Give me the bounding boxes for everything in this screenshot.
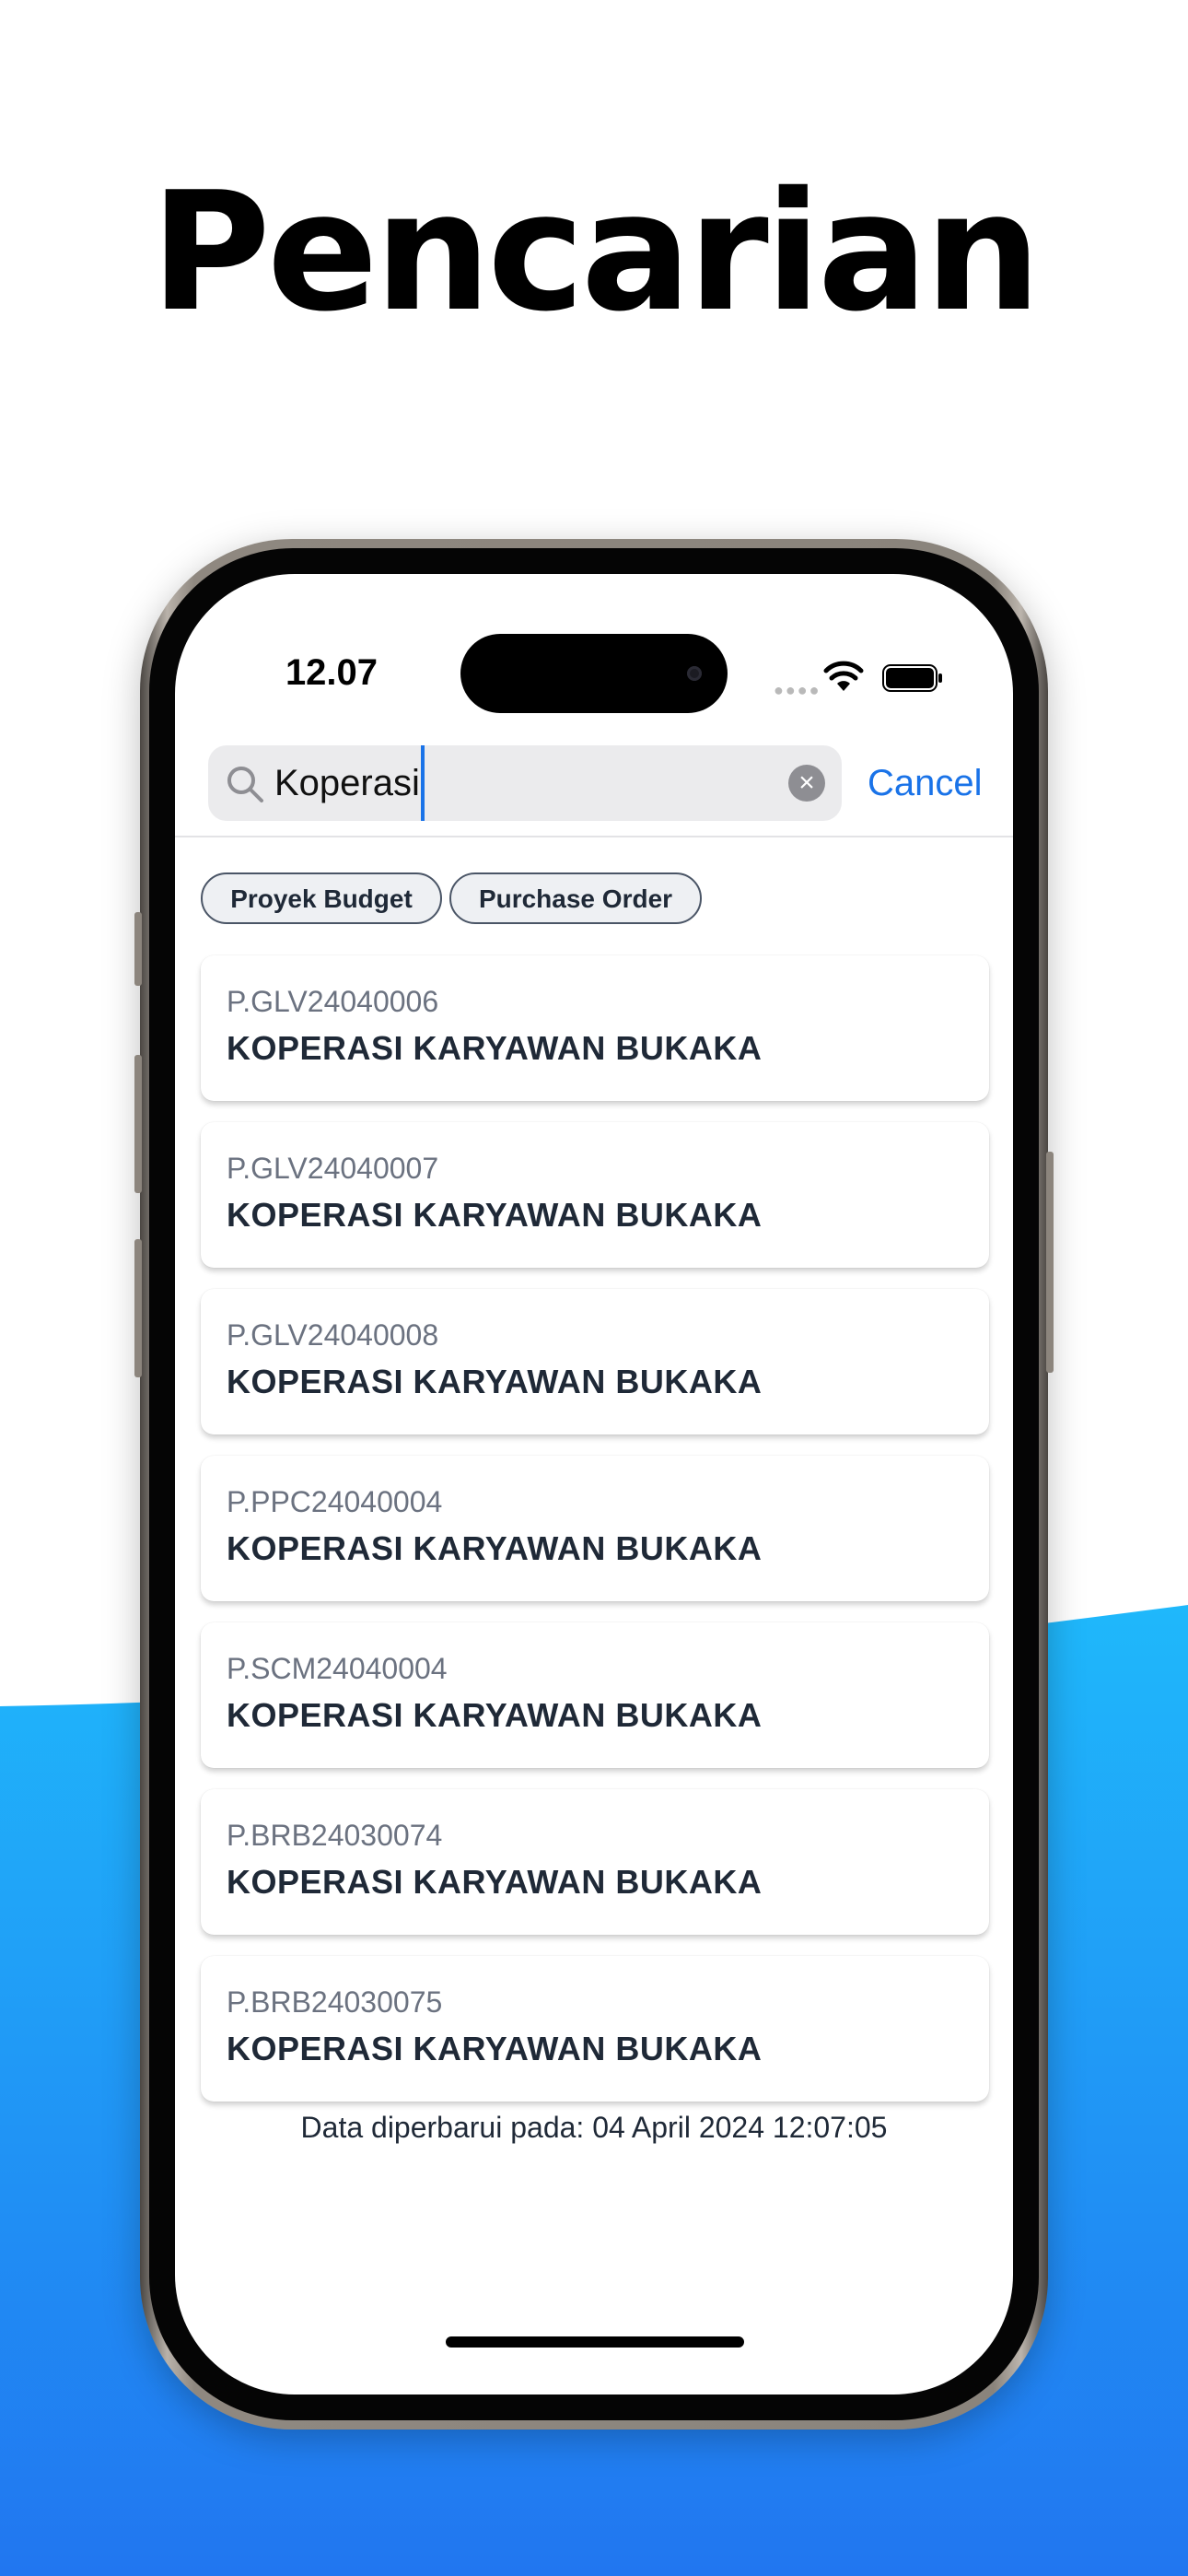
result-name: KOPERASI KARYAWAN BUKAKA xyxy=(227,1196,763,1234)
result-card[interactable]: P.PPC24040004 KOPERASI KARYAWAN BUKAKA xyxy=(201,1456,989,1601)
clear-icon[interactable]: × xyxy=(788,765,825,802)
result-name: KOPERASI KARYAWAN BUKAKA xyxy=(227,1863,763,1901)
phone-frame: 12.07 ●●●● Koperasi × Cancel Proyek Budg… xyxy=(134,539,1054,2430)
signal-dots-icon: ●●●● xyxy=(774,681,821,699)
home-indicator[interactable] xyxy=(446,2336,744,2348)
result-name: KOPERASI KARYAWAN BUKAKA xyxy=(227,1363,763,1400)
mute-switch xyxy=(134,912,142,986)
filter-chip-purchase-order[interactable]: Purchase Order xyxy=(449,872,702,924)
result-code: P.GLV24040007 xyxy=(227,1152,439,1185)
page-headline: Pencarian xyxy=(150,157,1041,347)
result-code: P.SCM24040004 xyxy=(227,1652,448,1685)
result-code: P.GLV24040006 xyxy=(227,985,439,1018)
battery-icon xyxy=(882,664,942,692)
result-card[interactable]: P.GLV24040007 KOPERASI KARYAWAN BUKAKA xyxy=(201,1122,989,1268)
result-name: KOPERASI KARYAWAN BUKAKA xyxy=(227,1529,763,1567)
cancel-button[interactable]: Cancel xyxy=(868,745,983,821)
result-card[interactable]: P.GLV24040006 KOPERASI KARYAWAN BUKAKA xyxy=(201,955,989,1101)
volume-up-button xyxy=(134,1055,142,1193)
search-icon xyxy=(227,767,263,802)
result-code: P.PPC24040004 xyxy=(227,1485,443,1518)
result-card[interactable]: P.SCM24040004 KOPERASI KARYAWAN BUKAKA xyxy=(201,1622,989,1768)
result-code: P.BRB24030075 xyxy=(227,1985,443,2019)
result-name: KOPERASI KARYAWAN BUKAKA xyxy=(227,2030,763,2067)
camera-icon xyxy=(687,666,702,681)
result-code: P.GLV24040008 xyxy=(227,1318,439,1352)
result-name: KOPERASI KARYAWAN BUKAKA xyxy=(227,1696,763,1734)
phone-screen: 12.07 ●●●● Koperasi × Cancel Proyek Budg… xyxy=(175,574,1013,2395)
result-card[interactable]: P.BRB24030074 KOPERASI KARYAWAN BUKAKA xyxy=(201,1789,989,1935)
wifi-icon xyxy=(823,661,864,691)
dynamic-island xyxy=(460,634,728,713)
last-updated-text: Data diperbarui pada: 04 April 2024 12:0… xyxy=(300,2111,888,2144)
result-card[interactable]: P.BRB24030075 KOPERASI KARYAWAN BUKAKA xyxy=(201,1956,989,2102)
result-name: KOPERASI KARYAWAN BUKAKA xyxy=(227,1029,763,1067)
divider xyxy=(175,836,1013,837)
power-button xyxy=(1046,1152,1054,1373)
result-code: P.BRB24030074 xyxy=(227,1819,443,1852)
result-card[interactable]: P.GLV24040008 KOPERASI KARYAWAN BUKAKA xyxy=(201,1289,989,1434)
volume-down-button xyxy=(134,1239,142,1377)
status-time: 12.07 xyxy=(285,652,379,693)
search-bar[interactable]: Koperasi × xyxy=(208,745,842,821)
search-input[interactable]: Koperasi xyxy=(274,745,425,821)
filter-chip-proyek-budget[interactable]: Proyek Budget xyxy=(201,872,442,924)
